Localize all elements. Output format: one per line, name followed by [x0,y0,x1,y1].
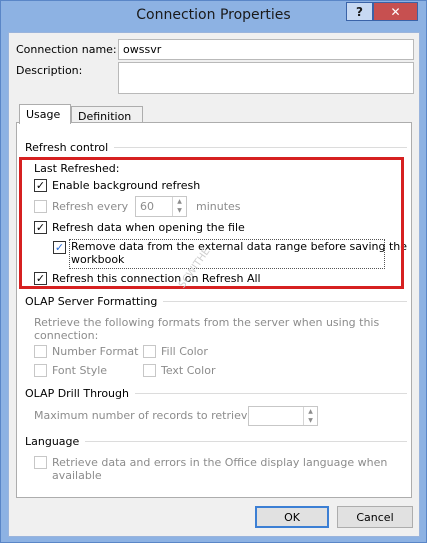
refresh-all-checkbox[interactable] [34,272,47,285]
olap-formatting-description-line2: connection: [34,329,99,342]
remove-data-label-line1: Remove data from the external data range… [71,240,408,253]
dialog-window: Connection Properties ? ✕ Connection nam… [0,0,427,543]
description-input[interactable] [118,62,414,94]
retrieve-language-label-line2: available [52,469,102,482]
remove-data-checkbox[interactable] [53,241,66,254]
enable-background-refresh-label: Enable background refresh [52,179,201,192]
fill-color-label: Fill Color [161,345,208,358]
ok-button-label: OK [284,510,300,524]
refresh-minutes-value: 60 [140,200,154,213]
ok-button[interactable]: OK [255,506,329,528]
olap-drill-heading: OLAP Drill Through [25,387,129,400]
refresh-every-checkbox[interactable] [34,200,47,213]
language-section: Language [25,435,407,448]
description-label: Description: [16,64,83,77]
question-mark-icon: ? [356,4,363,19]
help-button[interactable]: ? [346,2,373,21]
refresh-every-label: Refresh every [52,200,129,213]
enable-background-refresh-checkbox[interactable] [34,179,47,192]
fill-color-checkbox[interactable] [143,345,156,358]
title-bar[interactable]: Connection Properties ? ✕ [1,1,426,32]
tab-definition[interactable]: Definition [71,106,143,123]
olap-formatting-description-line1: Retrieve the following formats from the … [34,316,380,329]
dialog-client-area: Connection name: owssvr Description: Usa… [8,32,420,537]
olap-drill-section: OLAP Drill Through [25,387,407,400]
connection-name-input[interactable]: owssvr [118,39,414,60]
retrieve-language-checkbox[interactable] [34,456,47,469]
spin-arrows-icon[interactable]: ▲ ▼ [303,407,317,425]
connection-name-label: Connection name: [16,43,117,56]
close-button[interactable]: ✕ [373,2,418,21]
close-icon: ✕ [390,4,401,19]
last-refreshed-label: Last Refreshed: [34,162,120,175]
spin-arrows-icon[interactable]: ▲ ▼ [172,197,186,216]
remove-data-label-line2: workbook [71,253,125,266]
language-heading: Language [25,435,80,448]
olap-formatting-section: OLAP Server Formatting [25,295,407,308]
text-color-label: Text Color [161,364,216,377]
refresh-on-open-checkbox[interactable] [34,221,47,234]
refresh-all-label: Refresh this connection on Refresh All [52,272,261,285]
cancel-button[interactable]: Cancel [337,506,413,528]
tab-usage-label: Usage [26,108,61,121]
olap-formatting-heading: OLAP Server Formatting [25,295,158,308]
retrieve-language-label-line1: Retrieve data and errors in the Office d… [52,456,388,469]
refresh-minutes-stepper[interactable]: 60 ▲ ▼ [135,196,187,217]
refresh-on-open-label: Refresh data when opening the file [52,221,245,234]
tab-usage[interactable]: Usage [19,104,71,124]
number-format-label: Number Format [52,345,139,358]
font-style-checkbox[interactable] [34,364,47,377]
text-color-checkbox[interactable] [143,364,156,377]
number-format-checkbox[interactable] [34,345,47,358]
font-style-label: Font Style [52,364,108,377]
max-records-label: Maximum number of records to retrieve: [34,409,258,422]
refresh-control-section: Refresh control [25,141,407,154]
cancel-button-label: Cancel [356,510,394,524]
max-records-stepper[interactable]: ▲ ▼ [248,406,318,426]
refresh-control-heading: Refresh control [25,141,109,154]
minutes-label: minutes [196,200,241,213]
